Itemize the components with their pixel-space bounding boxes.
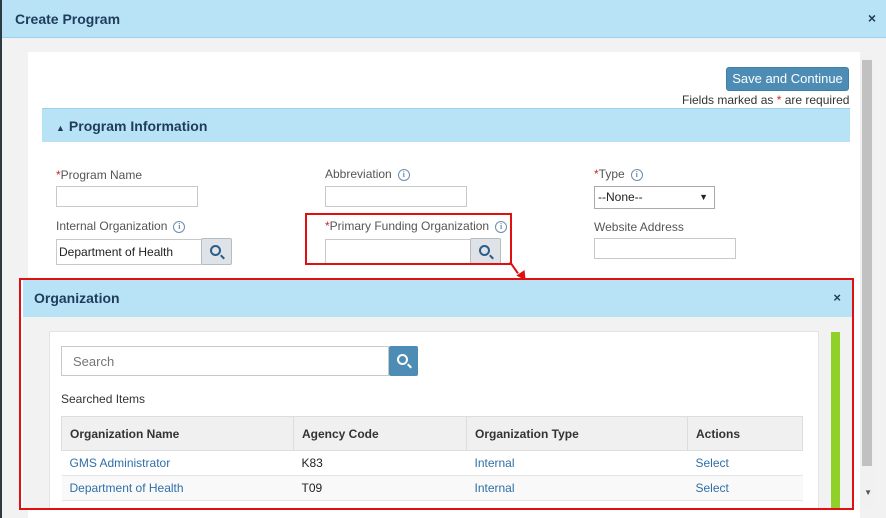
collapse-arrow-icon: ▲ bbox=[56, 123, 65, 133]
required-fields-note: Fields marked as * are required bbox=[682, 93, 849, 107]
info-icon[interactable]: i bbox=[630, 169, 643, 181]
abbreviation-input[interactable] bbox=[325, 186, 467, 207]
info-icon[interactable]: i bbox=[397, 169, 410, 181]
modal-header: Create Program × bbox=[2, 0, 886, 38]
program-information-section-header[interactable]: ▲ Program Information bbox=[42, 108, 850, 142]
internal-organization-input[interactable] bbox=[56, 239, 202, 265]
internal-organization-search-button[interactable] bbox=[201, 238, 232, 265]
internal-organization-label: Internal Organization i bbox=[56, 219, 186, 233]
internal-organization-label-text: Internal Organization bbox=[56, 219, 168, 233]
abbreviation-label-text: Abbreviation bbox=[325, 167, 392, 181]
scroll-down-arrow-icon[interactable]: ▼ bbox=[864, 488, 872, 497]
save-and-continue-button[interactable]: Save and Continue bbox=[726, 67, 849, 91]
scrollbar-thumb[interactable] bbox=[862, 60, 872, 466]
type-select-value: --None-- bbox=[598, 190, 643, 204]
modal-title: Create Program bbox=[15, 11, 121, 27]
chevron-down-icon: ▼ bbox=[699, 192, 708, 202]
highlight-box-organization-dialog bbox=[19, 278, 854, 510]
section-title: ▲ Program Information bbox=[56, 118, 207, 134]
required-note-text-end: are required bbox=[781, 93, 850, 107]
info-icon[interactable]: i bbox=[173, 221, 186, 233]
type-label: *Type i bbox=[594, 167, 643, 181]
required-note-text: Fields marked as bbox=[682, 93, 777, 107]
program-name-label: *Program Name bbox=[56, 168, 142, 182]
search-icon bbox=[210, 245, 221, 256]
type-label-text: Type bbox=[598, 167, 625, 181]
highlight-box-funding-field bbox=[305, 213, 512, 265]
modal-close-icon[interactable]: × bbox=[868, 10, 876, 26]
abbreviation-label: Abbreviation i bbox=[325, 167, 410, 181]
section-title-text: Program Information bbox=[68, 118, 208, 134]
program-name-input[interactable] bbox=[56, 186, 198, 207]
website-address-input[interactable] bbox=[594, 238, 736, 259]
program-name-label-text: Program Name bbox=[60, 168, 143, 182]
website-address-label: Website Address bbox=[594, 220, 684, 234]
type-select[interactable]: --None-- ▼ bbox=[594, 186, 715, 209]
